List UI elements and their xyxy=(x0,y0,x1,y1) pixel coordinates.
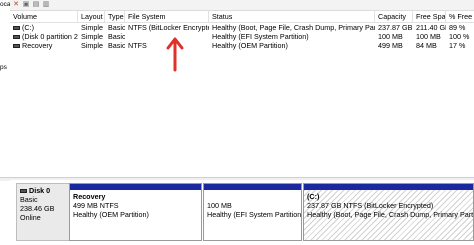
percent-free-cell: 100 % xyxy=(449,32,470,41)
volume-list: Volume Layout Type File System Status Ca… xyxy=(10,11,474,177)
layout-cell: Simple xyxy=(81,32,103,41)
explore-icon[interactable]: ▥ xyxy=(42,1,50,9)
capacity-cell: 499 MB xyxy=(378,41,403,50)
volume-icon xyxy=(13,26,20,31)
table-row[interactable]: Recovery Simple Basic NTFS Healthy (OEM … xyxy=(10,41,474,50)
volume-cell: Recovery xyxy=(10,41,78,50)
type-cell: Basic xyxy=(108,23,125,32)
close-icon[interactable]: ✕ xyxy=(12,1,20,9)
partition-recovery[interactable]: Recovery 499 MB NTFS Healthy (OEM Partit… xyxy=(69,183,202,241)
partition-status: Healthy (OEM Partition) xyxy=(73,210,149,219)
partition-name: (C:) xyxy=(307,192,320,201)
partition-name xyxy=(207,192,298,201)
table-row[interactable]: (Disk 0 partition 2) Simple Basic Health… xyxy=(10,32,474,41)
capacity-cell: 237.87 GB xyxy=(378,23,413,32)
column-header-free-space[interactable]: Free Space xyxy=(413,11,446,22)
column-header-volume[interactable]: Volume xyxy=(10,11,78,22)
properties-icon[interactable]: ▣ xyxy=(22,1,30,9)
partition-name: Recovery xyxy=(73,192,106,201)
volume-icon xyxy=(13,44,20,49)
free-space-cell: 84 MB xyxy=(416,41,437,50)
disk-size: 238.46 GB xyxy=(20,204,55,213)
column-header-layout[interactable]: Layout xyxy=(78,11,105,22)
percent-free-cell: 89 % xyxy=(449,23,466,32)
volume-cell: (Disk 0 partition 2) xyxy=(10,32,78,41)
disk-graphical-view: Disk 0 Basic 238.46 GB Online Recovery 4… xyxy=(10,180,474,245)
column-header-status[interactable]: Status xyxy=(209,11,375,22)
open-icon[interactable]: ▤ xyxy=(32,1,40,9)
toolbar: ✕ ▣ ▤ ▥ xyxy=(10,0,474,11)
volume-icon xyxy=(13,35,20,40)
column-header-capacity[interactable]: Capacity xyxy=(375,11,413,22)
capacity-cell: 100 MB xyxy=(378,32,403,41)
partition-c[interactable]: (C:) 237.87 GB NTFS (BitLocker Encrypted… xyxy=(303,183,474,241)
disk-0-label[interactable]: Disk 0 Basic 238.46 GB Online xyxy=(16,183,71,241)
free-space-cell: 211.40 GB xyxy=(416,23,446,32)
status-cell: Healthy (EFI System Partition) xyxy=(212,32,309,41)
table-header: Volume Layout Type File System Status Ca… xyxy=(10,11,474,23)
disk-title: Disk 0 xyxy=(20,186,68,195)
disk-state: Online xyxy=(20,213,41,222)
partition-size: 100 MB xyxy=(207,201,232,210)
partition-status: Healthy (Boot, Page File, Crash Dump, Pr… xyxy=(307,210,473,219)
layout-cell: Simple xyxy=(81,23,103,32)
status-cell: Healthy (Boot, Page File, Crash Dump, Pr… xyxy=(212,23,375,32)
layout-cell: Simple xyxy=(81,41,103,50)
file-system-cell: NTFS (BitLocker Encrypted) xyxy=(128,23,209,32)
partition-status: Healthy (EFI System Partition) xyxy=(207,210,301,219)
annotation-arrow-icon xyxy=(166,37,184,72)
column-header-file-system[interactable]: File System xyxy=(125,11,209,22)
percent-free-cell: 17 % xyxy=(449,41,466,50)
partition-size: 237.87 GB NTFS (BitLocker Encrypted) xyxy=(307,201,434,210)
left-edge-text-2: ps xyxy=(0,64,7,71)
table-row[interactable]: (C:) Simple Basic NTFS (BitLocker Encryp… xyxy=(10,23,474,32)
free-space-cell: 100 MB xyxy=(416,32,441,41)
disk-type: Basic xyxy=(20,195,38,204)
status-cell: Healthy (OEM Partition) xyxy=(212,41,288,50)
volume-cell: (C:) xyxy=(10,23,78,32)
partition-size: 499 MB NTFS xyxy=(73,201,119,210)
disk-icon xyxy=(20,189,27,194)
type-cell: Basic xyxy=(108,41,125,50)
type-cell: Basic xyxy=(108,32,125,41)
column-header-type[interactable]: Type xyxy=(105,11,125,22)
partition-efi[interactable]: 100 MB Healthy (EFI System Partition) xyxy=(203,183,302,241)
column-header-percent-free[interactable]: % Free xyxy=(446,11,474,22)
